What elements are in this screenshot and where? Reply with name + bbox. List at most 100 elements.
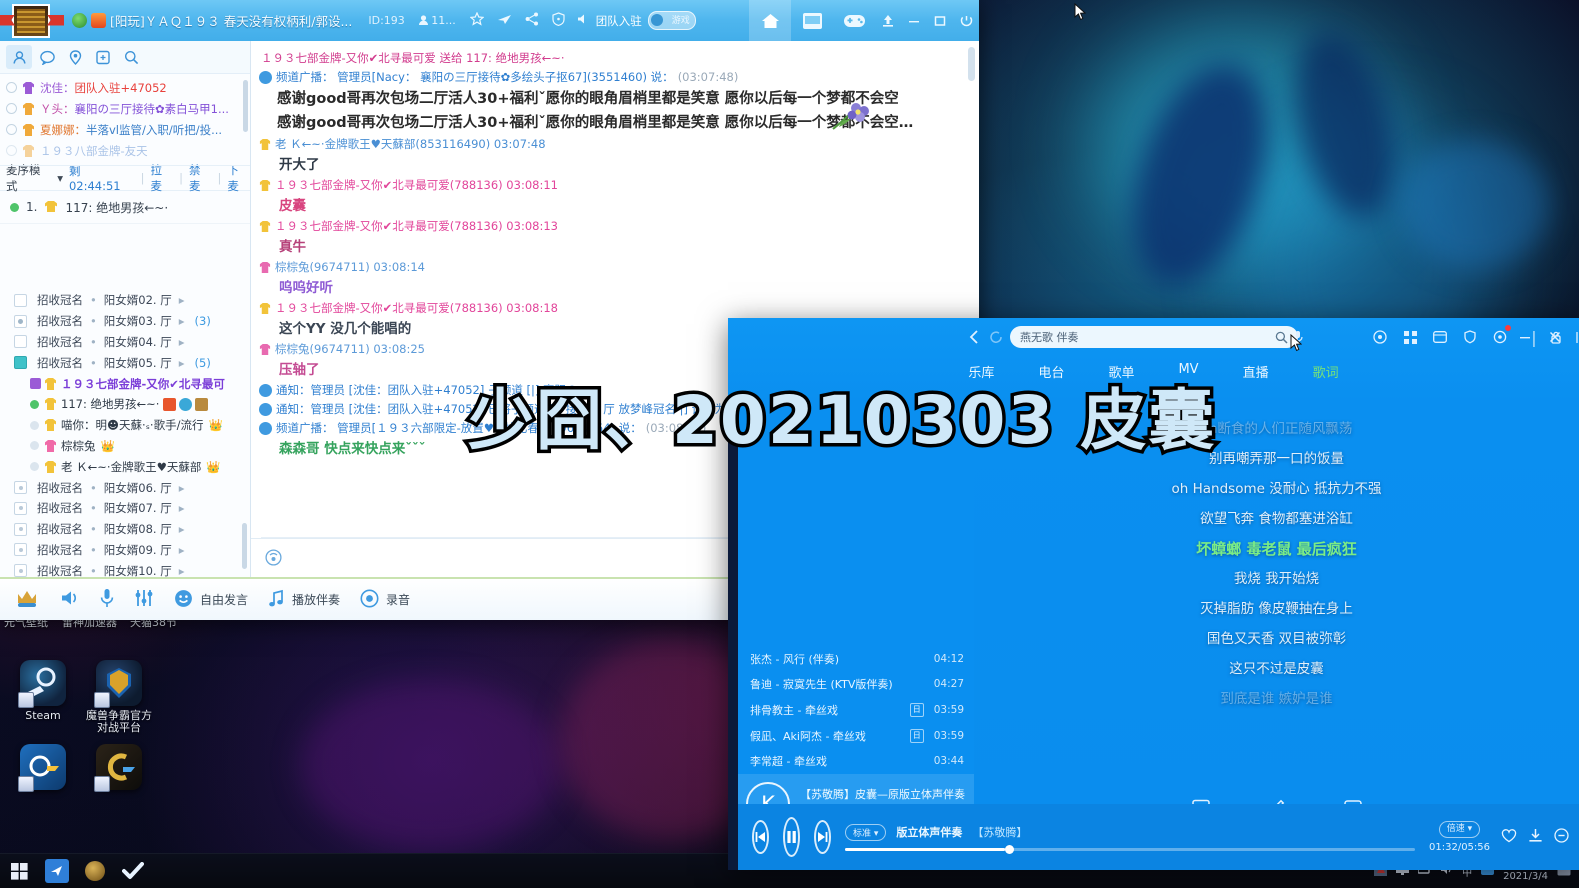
- play-accompaniment-button[interactable]: 播放伴奏: [268, 589, 340, 610]
- heart-icon[interactable]: [1501, 828, 1517, 847]
- minimize-icon[interactable]: [1515, 327, 1535, 347]
- start-button[interactable]: [0, 854, 38, 888]
- search-box[interactable]: 燕无歌 伴奏: [1010, 326, 1298, 348]
- tab-radio[interactable]: 电台: [1038, 362, 1064, 381]
- channel-row[interactable]: 招收冠名 • 阳女婿08. 厅 ▸: [0, 519, 250, 540]
- member-row[interactable]: 沈佳： 团队入驻+47052: [0, 77, 250, 98]
- minus-circle-icon[interactable]: [1554, 827, 1569, 847]
- channel-row[interactable]: 招收冠名 • 阳女婿09. 厅 ▸: [0, 540, 250, 561]
- playlist-row-current[interactable]: K 【苏敬腾】皮囊—原版立体声伴奏 01:32/05:56: [738, 773, 974, 804]
- desktop-icon-warcraft-platform[interactable]: 魔兽争霸官方 对战平台: [76, 660, 162, 734]
- channel-row-active[interactable]: 招收冠名 • 阳女婿05. 厅 ▸ (5): [0, 352, 250, 373]
- star-icon[interactable]: [469, 11, 485, 30]
- download-icon[interactable]: [1528, 828, 1543, 847]
- grid-icon[interactable]: [1400, 327, 1420, 347]
- channel-toggle-icon[interactable]: [14, 314, 27, 328]
- room-host-row[interactable]: １９３七部金牌-又你✔北寻最可: [0, 373, 250, 394]
- user-avatar[interactable]: [14, 587, 40, 612]
- close-icon[interactable]: [1545, 327, 1565, 347]
- team-entry-toggle[interactable]: 团队入驻 游戏: [577, 11, 696, 30]
- taskbar-item-yy[interactable]: [76, 854, 114, 888]
- channel-row[interactable]: 招收冠名 • 阳女婿07. 厅 ▸: [0, 498, 250, 519]
- share-icon[interactable]: [525, 11, 539, 30]
- desktop-icon-steam[interactable]: Steam: [0, 660, 86, 722]
- channel-row[interactable]: 招收冠名 • 阳女婿03. 厅 ▸ (3): [0, 311, 250, 332]
- skin-icon[interactable]: [1490, 325, 1511, 347]
- mic-button[interactable]: [100, 588, 114, 611]
- channel-row[interactable]: 招收冠名 • 阳女婿02. 厅 ▸: [0, 290, 250, 311]
- chat-username[interactable]: １９３七部金牌-又你✔北寻最可爱(788136) 03:08:11: [275, 176, 558, 195]
- record-icon[interactable]: [1370, 327, 1390, 347]
- desktop-icon-pc-game[interactable]: [0, 744, 86, 794]
- chat-username[interactable]: 棕棕兔(9674711) 03:08:25: [275, 340, 425, 359]
- room-user-row[interactable]: 喵你：明☻天蘇·ₛ·歌手/流行 👑: [0, 415, 250, 436]
- tab-live[interactable]: 直播: [1243, 362, 1269, 381]
- maximize-icon[interactable]: [927, 0, 953, 41]
- login-icon[interactable]: [1572, 327, 1579, 347]
- channel-row[interactable]: 招收冠名 • 阳女婿06. 厅 ▸: [0, 477, 250, 498]
- search-icon[interactable]: [118, 45, 144, 69]
- chat-avatar-icon[interactable]: [265, 548, 282, 570]
- chevron-down-icon[interactable]: ▾: [57, 171, 63, 185]
- member-row[interactable]: １９３八部金牌-友天: [0, 140, 250, 161]
- taskbar-item-check[interactable]: [114, 854, 152, 888]
- taskbar-item-edge[interactable]: [38, 854, 76, 888]
- member-row[interactable]: 夏娜娜： 半落vl监管/入职/听把/投...: [0, 119, 250, 140]
- off-mic-link[interactable]: 下麦: [227, 162, 250, 194]
- playlist-row[interactable]: 排骨教主 - 牵丝戏 日 03:59: [738, 697, 974, 723]
- playlist-row[interactable]: 李常超 - 牵丝戏 03:44: [738, 748, 974, 774]
- channel-toggle-icon[interactable]: [14, 522, 27, 536]
- channel-toggle-icon[interactable]: [14, 543, 27, 557]
- note-icon[interactable]: [90, 45, 116, 69]
- back-icon[interactable]: [964, 327, 984, 347]
- team-entry-switch[interactable]: 游戏: [647, 11, 696, 30]
- playlist-row[interactable]: 张杰 - 风行 (伴奏) 04:12: [738, 646, 974, 672]
- pull-mic-link[interactable]: 拉麦: [150, 162, 173, 194]
- location-icon[interactable]: [62, 45, 88, 69]
- room-user-row[interactable]: 老 Ｋ←~·金牌歌王♥天蘇部 👑: [0, 456, 250, 477]
- chat-username[interactable]: １９３七部金牌-又你✔北寻最可爱(788136) 03:08:13: [275, 217, 558, 236]
- equalizer-button[interactable]: [134, 588, 154, 611]
- tab-lyrics[interactable]: 歌词: [1313, 362, 1339, 381]
- chat-username[interactable]: 棕棕兔(9674711) 03:08:14: [275, 258, 425, 277]
- channel-toggle-icon[interactable]: [14, 481, 27, 495]
- message-icon[interactable]: [1430, 327, 1450, 347]
- chat-username[interactable]: 老 Ｋ←~·金牌歌王♥天蘇部(853116490) 03:07:48: [275, 135, 546, 154]
- gamepad-icon[interactable]: [833, 0, 875, 41]
- window-icon[interactable]: [791, 0, 833, 41]
- refresh-icon[interactable]: [986, 327, 1006, 347]
- desktop-icon-wegame[interactable]: [76, 744, 162, 794]
- mic-mode-label[interactable]: 麦序模式: [6, 162, 51, 194]
- tab-music-library[interactable]: 乐库: [968, 362, 994, 381]
- member-row[interactable]: Ｙ头： 襄阳の三厅接待✿素白马甲1...: [0, 98, 250, 119]
- next-button[interactable]: [814, 820, 831, 854]
- shield-icon[interactable]: [1460, 327, 1480, 347]
- free-speech-button[interactable]: 自由发言: [174, 589, 248, 611]
- tab-mv[interactable]: MV: [1178, 362, 1198, 381]
- plane-icon[interactable]: [497, 11, 512, 30]
- chat-scrollbar[interactable]: [968, 47, 975, 81]
- shield-icon[interactable]: [552, 11, 565, 30]
- close-icon[interactable]: [953, 0, 979, 41]
- room-user-row[interactable]: 117: 绝地男孩←~·: [0, 394, 250, 415]
- chat-username[interactable]: １９３七部金牌-又你✔北寻最可爱(788136) 03:08:18: [275, 299, 558, 318]
- room-user-row[interactable]: 棕棕兔 👑: [0, 436, 250, 457]
- record-button[interactable]: 录音: [360, 589, 410, 611]
- tab-playlist[interactable]: 歌单: [1108, 362, 1134, 381]
- playlist-row[interactable]: 假凪、Aki阿杰 - 牵丝戏 日 03:59: [738, 723, 974, 749]
- upload-icon[interactable]: [875, 0, 901, 41]
- channel-row[interactable]: 招收冠名 • 阳女婿04. 厅 ▸: [0, 332, 250, 353]
- member-list-scrollbar[interactable]: [243, 80, 248, 132]
- chat-icon[interactable]: [34, 45, 60, 69]
- channel-toggle-icon[interactable]: [14, 335, 27, 349]
- playlist-row[interactable]: 鲁迪 - 寂寞先生 (KTV版伴奏) 04:27: [738, 672, 974, 698]
- speaker-button[interactable]: [60, 589, 80, 610]
- channel-toggle-icon[interactable]: [14, 293, 27, 307]
- speed-tag[interactable]: 倍速 ▾: [1438, 820, 1481, 838]
- progress-bar[interactable]: [845, 844, 1415, 854]
- channel-toggle-icon[interactable]: [14, 564, 27, 578]
- home-icon[interactable]: [749, 0, 791, 41]
- prev-button[interactable]: [752, 820, 769, 854]
- channel-toggle-icon[interactable]: [14, 501, 27, 515]
- play-pause-button[interactable]: [783, 817, 800, 857]
